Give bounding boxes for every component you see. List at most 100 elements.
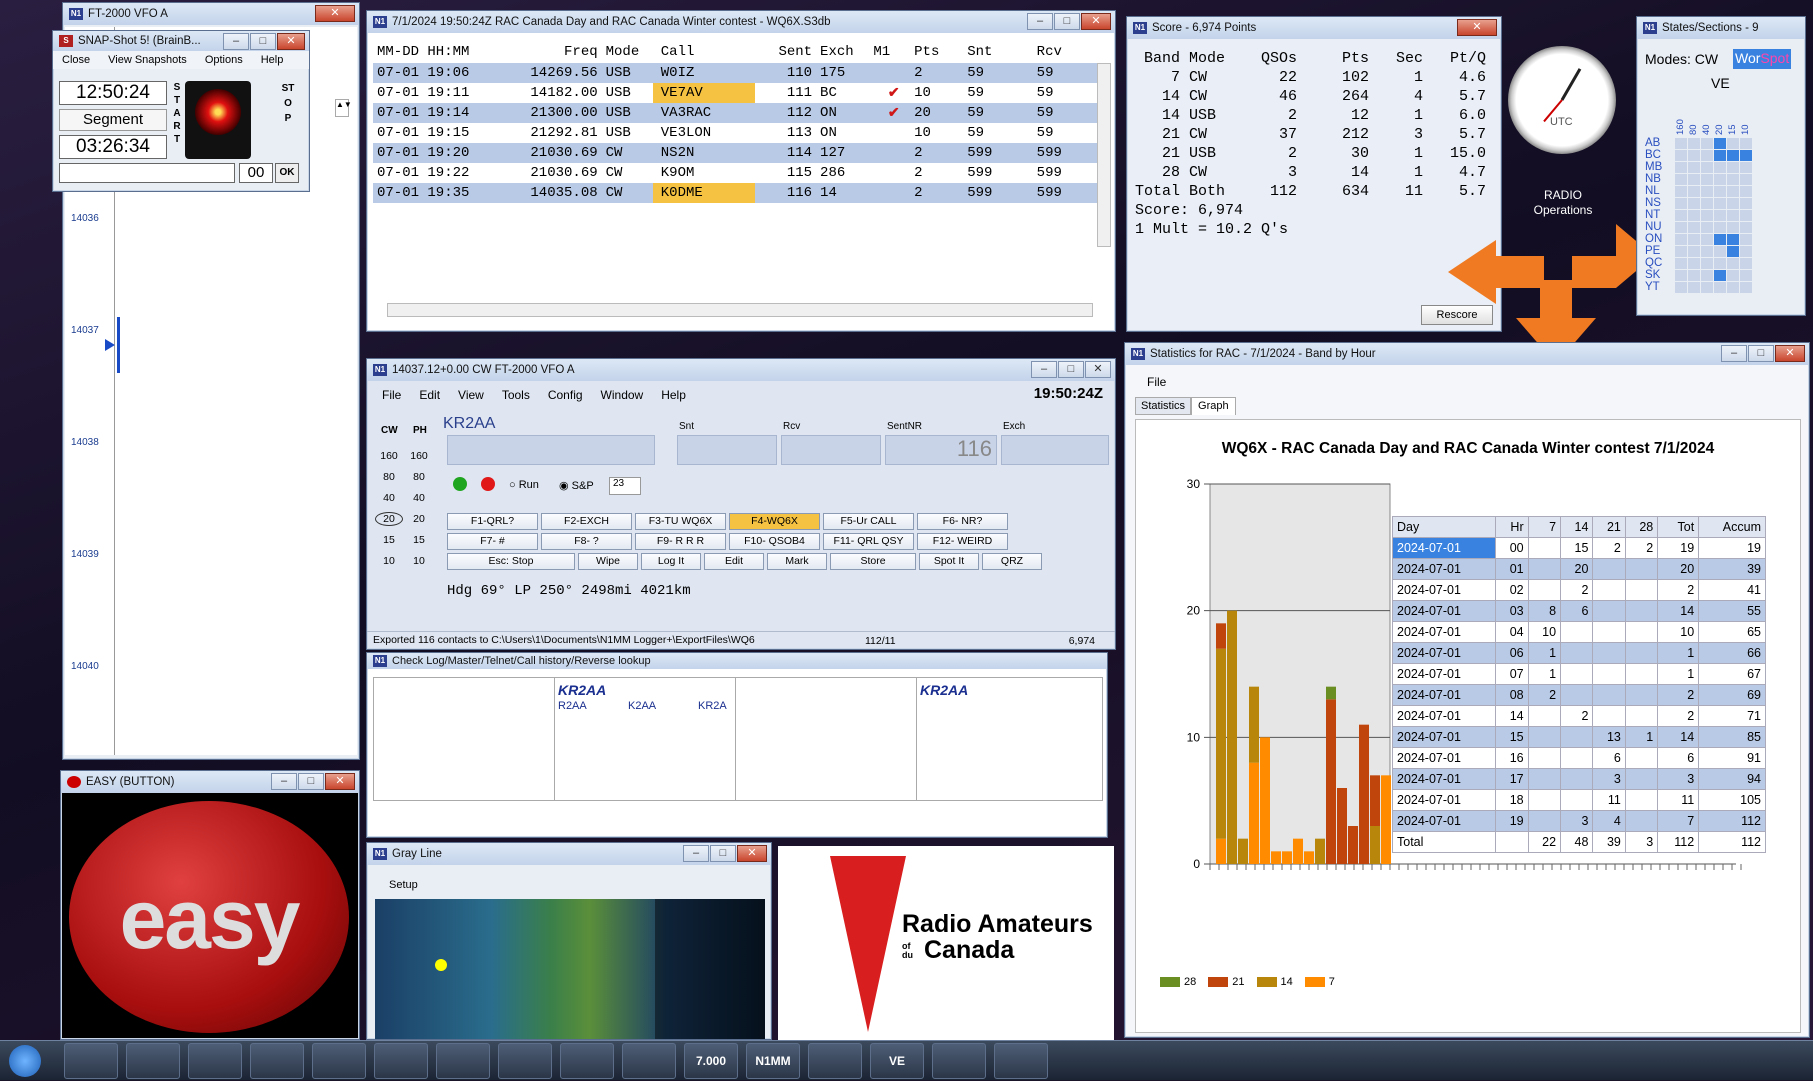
stats-col-header[interactable]: Tot [1658,517,1699,538]
close-button[interactable]: ✕ [1085,361,1111,378]
col-header[interactable]: Call [653,41,755,63]
check-window[interactable]: N1Check Log/Master/Telnet/Call history/R… [366,652,1108,838]
fkey-button[interactable]: F12- WEIRD [917,533,1008,550]
section-row[interactable]: NU [1645,221,1753,233]
stats-row[interactable]: 2024-07-01142271 [1393,706,1766,727]
close-button[interactable]: ✕ [325,773,355,790]
snt-input[interactable] [677,435,777,465]
fkey-button[interactable]: F6- NR? [917,513,1008,530]
run-radio[interactable]: ○ Run [509,479,539,491]
stats-col-header[interactable]: Day [1393,517,1496,538]
master-call[interactable]: KR2AA [920,682,968,698]
rescore-button[interactable]: Rescore [1421,305,1493,325]
log-row[interactable]: 07-01 19:3514035.08CWK0DME116142599599 [373,183,1098,203]
taskbar-img-icon[interactable] [126,1043,180,1079]
fkey-button[interactable]: F2-EXCH [541,513,632,530]
menu-close[interactable]: Close [53,54,99,66]
section-row[interactable]: AB [1645,137,1753,149]
col-header[interactable]: Freq [500,41,598,63]
partial-call[interactable]: K2AA [628,700,656,712]
fkey-button[interactable]: F1-QRL? [447,513,538,530]
minimize-button[interactable]: – [1027,13,1053,30]
ph-band[interactable]: 20 [403,513,435,525]
band-row[interactable]: 8080 [375,466,435,487]
titlebar[interactable]: N1Statistics for RAC - 7/1/2024 - Band b… [1125,343,1809,365]
fkey-button[interactable]: F7- # [447,533,538,550]
section-row[interactable]: MB [1645,161,1753,173]
worked-spot-toggle[interactable]: WorSpot [1733,49,1791,69]
sp-radio[interactable]: ◉ S&P [559,479,594,492]
ph-band[interactable]: 40 [403,492,435,504]
band-row[interactable]: 160160 [375,445,435,466]
cw-band[interactable]: 10 [375,555,403,567]
fkey-button[interactable]: F9- R R R [635,533,726,550]
taskbar-folder-icon[interactable] [250,1043,304,1079]
section-row[interactable]: NS [1645,197,1753,209]
spin-control[interactable]: ▲▼ [335,99,349,117]
sentnr-input[interactable]: 116 [885,435,997,465]
section-row[interactable]: ON [1645,233,1753,245]
stats-row[interactable]: 2024-07-01071167 [1393,664,1766,685]
stats-col-header[interactable]: 7 [1528,517,1560,538]
col-header[interactable]: Sent [755,41,812,63]
menu-file[interactable]: File [1147,375,1166,389]
ph-band[interactable]: 10 [403,555,435,567]
section-row[interactable]: NB [1645,173,1753,185]
section-row[interactable]: YT [1645,281,1753,293]
maximize-button[interactable]: □ [1058,361,1084,378]
menu-help[interactable]: Help [652,388,695,402]
menu-options[interactable]: Options [196,54,252,66]
snapshot-window[interactable]: SSNAP-Shot 5! (BrainB... –□✕ CloseView S… [52,30,310,192]
vertical-scrollbar[interactable] [1097,63,1111,247]
titlebar[interactable]: N114037.12+0.00 CW FT-2000 VFO A –□✕ [367,359,1115,381]
minimize-button[interactable]: – [683,845,709,862]
hal-eye-icon[interactable] [185,81,251,159]
section-row[interactable]: QC [1645,257,1753,269]
taskbar-7000-icon[interactable]: 7.000 [684,1043,738,1079]
taskbar-stop-icon[interactable] [622,1043,676,1079]
grayline-window[interactable]: N1Gray Line –□✕ Setup [366,842,772,1040]
clock-gadget[interactable]: UTC [1508,46,1616,154]
close-button[interactable]: ✕ [1775,345,1805,362]
taskbar-ie-icon[interactable] [808,1043,862,1079]
stats-row[interactable]: 2024-07-01061166 [1393,643,1766,664]
stats-col-header[interactable]: 14 [1561,517,1593,538]
log-row[interactable]: 07-01 19:1421300.00USBVA3RAC112ON✔205959 [373,103,1098,123]
titlebar[interactable]: EASY (BUTTON) –□✕ [61,771,359,793]
ok-button[interactable]: OK [275,163,299,183]
start-button[interactable] [0,1041,50,1081]
exch-input[interactable] [1001,435,1109,465]
cw-band[interactable]: 160 [375,450,403,462]
call-input[interactable] [447,435,655,465]
world-map[interactable] [375,899,765,1039]
action-button[interactable]: Mark [767,553,827,570]
segment-label[interactable]: Segment [59,109,167,131]
taskbar-n1mm-icon[interactable]: N1MM [746,1043,800,1079]
section-row[interactable]: SK [1645,269,1753,281]
section-row[interactable]: NT [1645,209,1753,221]
partial-call[interactable]: R2AA [558,700,587,712]
titlebar[interactable]: N1FT-2000 VFO A ✕ [63,3,359,25]
menu-window[interactable]: Window [592,388,653,402]
taskbar-app-icon[interactable] [498,1043,552,1079]
log-row[interactable]: 07-01 19:1114182.00USBVE7AV111BC✔105959 [373,83,1098,103]
action-button[interactable]: Wipe [578,553,638,570]
fkey-button[interactable]: F10- QSOB4 [729,533,820,550]
col-header[interactable]: Pts [914,41,967,63]
stats-col-header[interactable]: 21 [1593,517,1625,538]
stats-row[interactable]: 2024-07-01082269 [1393,685,1766,706]
action-button[interactable]: Edit [704,553,764,570]
section-row[interactable]: NL [1645,185,1753,197]
start-button[interactable]: START [171,81,183,159]
fkey-button[interactable]: F8- ? [541,533,632,550]
close-button[interactable]: ✕ [1081,13,1111,30]
band-row[interactable]: 2020 [375,508,435,529]
stats-row[interactable]: 2024-07-0101202039 [1393,559,1766,580]
stats-row[interactable]: 2024-07-01151311485 [1393,727,1766,748]
minimize-button[interactable]: – [223,33,249,50]
log-window[interactable]: N17/1/2024 19:50:24Z RAC Canada Day and … [366,10,1116,332]
partial-call[interactable]: KR2A [698,700,727,712]
action-button[interactable]: Esc: Stop [447,553,575,570]
col-header[interactable]: Exch [812,41,873,63]
maximize-button[interactable]: □ [298,773,324,790]
